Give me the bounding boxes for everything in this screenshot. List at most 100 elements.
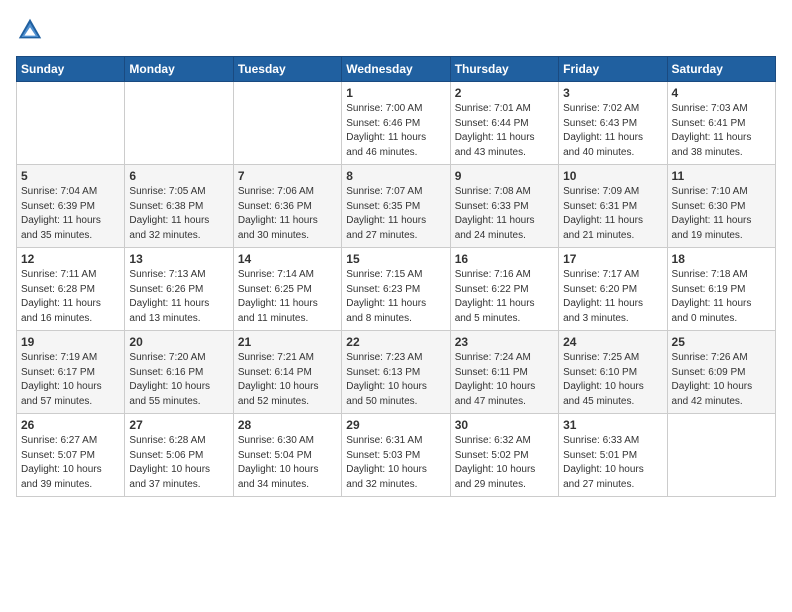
calendar-week-row: 12 Sunrise: 7:11 AM Sunset: 6:28 PM Dayli…	[17, 248, 776, 331]
day-number: 16	[455, 252, 554, 266]
calendar-cell: 29 Sunrise: 6:31 AM Sunset: 5:03 PM Dayli…	[342, 414, 450, 497]
day-info: Sunrise: 7:15 AM Sunset: 6:23 PM Dayligh…	[346, 268, 445, 326]
day-number: 6	[129, 169, 228, 183]
day-info: Sunrise: 7:25 AM Sunset: 6:10 PM Dayligh…	[563, 351, 662, 409]
calendar-cell: 4 Sunrise: 7:03 AM Sunset: 6:41 PM Daylig…	[667, 82, 775, 165]
day-info: Sunrise: 7:19 AM Sunset: 6:17 PM Dayligh…	[21, 351, 120, 409]
day-info: Sunrise: 7:18 AM Sunset: 6:19 PM Dayligh…	[672, 268, 771, 326]
day-info: Sunrise: 6:33 AM Sunset: 5:01 PM Dayligh…	[563, 434, 662, 492]
day-number: 27	[129, 418, 228, 432]
calendar-cell	[667, 414, 775, 497]
day-info: Sunrise: 6:31 AM Sunset: 5:03 PM Dayligh…	[346, 434, 445, 492]
calendar-cell: 5Sunrise: 7:04 AM Sunset: 6:39 PM Daylig…	[17, 165, 125, 248]
calendar-week-row: 5Sunrise: 7:04 AM Sunset: 6:39 PM Daylig…	[17, 165, 776, 248]
day-number: 20	[129, 335, 228, 349]
day-number: 24	[563, 335, 662, 349]
weekday-header: Wednesday	[342, 57, 450, 82]
day-number: 23	[455, 335, 554, 349]
day-number: 10	[563, 169, 662, 183]
calendar-cell: 17 Sunrise: 7:17 AM Sunset: 6:20 PM Dayli…	[559, 248, 667, 331]
day-number: 28	[238, 418, 337, 432]
day-info: Sunrise: 6:28 AM Sunset: 5:06 PM Dayligh…	[129, 434, 228, 492]
day-info: Sunrise: 7:05 AM Sunset: 6:38 PM Dayligh…	[129, 185, 228, 243]
calendar-cell: 6 Sunrise: 7:05 AM Sunset: 6:38 PM Daylig…	[125, 165, 233, 248]
calendar-cell: 15 Sunrise: 7:15 AM Sunset: 6:23 PM Dayli…	[342, 248, 450, 331]
day-info: Sunrise: 7:10 AM Sunset: 6:30 PM Dayligh…	[672, 185, 771, 243]
day-info: Sunrise: 7:02 AM Sunset: 6:43 PM Dayligh…	[563, 102, 662, 160]
day-number: 31	[563, 418, 662, 432]
calendar-cell: 3 Sunrise: 7:02 AM Sunset: 6:43 PM Daylig…	[559, 82, 667, 165]
day-info: Sunrise: 7:24 AM Sunset: 6:11 PM Dayligh…	[455, 351, 554, 409]
calendar-cell: 19 Sunrise: 7:19 AM Sunset: 6:17 PM Dayli…	[17, 331, 125, 414]
day-info: Sunrise: 7:14 AM Sunset: 6:25 PM Dayligh…	[238, 268, 337, 326]
day-number: 30	[455, 418, 554, 432]
day-number: 4	[672, 86, 771, 100]
day-number: 14	[238, 252, 337, 266]
weekday-header: Monday	[125, 57, 233, 82]
day-number: 29	[346, 418, 445, 432]
day-info: Sunrise: 7:03 AM Sunset: 6:41 PM Dayligh…	[672, 102, 771, 160]
day-number: 25	[672, 335, 771, 349]
day-info: Sunrise: 7:26 AM Sunset: 6:09 PM Dayligh…	[672, 351, 771, 409]
calendar-cell: 30Sunrise: 6:32 AM Sunset: 5:02 PM Dayli…	[450, 414, 558, 497]
day-number: 15	[346, 252, 445, 266]
calendar-cell: 11 Sunrise: 7:10 AM Sunset: 6:30 PM Dayli…	[667, 165, 775, 248]
day-info: Sunrise: 7:07 AM Sunset: 6:35 PM Dayligh…	[346, 185, 445, 243]
calendar-cell: 14 Sunrise: 7:14 AM Sunset: 6:25 PM Dayli…	[233, 248, 341, 331]
day-number: 7	[238, 169, 337, 183]
day-info: Sunrise: 7:06 AM Sunset: 6:36 PM Dayligh…	[238, 185, 337, 243]
day-number: 9	[455, 169, 554, 183]
calendar-cell	[125, 82, 233, 165]
day-info: Sunrise: 7:13 AM Sunset: 6:26 PM Dayligh…	[129, 268, 228, 326]
calendar-week-row: 26 Sunrise: 6:27 AM Sunset: 5:07 PM Dayli…	[17, 414, 776, 497]
calendar-header-row: SundayMondayTuesdayWednesdayThursdayFrid…	[17, 57, 776, 82]
calendar-cell: 7 Sunrise: 7:06 AM Sunset: 6:36 PM Daylig…	[233, 165, 341, 248]
calendar-cell: 27 Sunrise: 6:28 AM Sunset: 5:06 PM Dayli…	[125, 414, 233, 497]
calendar-cell: 8 Sunrise: 7:07 AM Sunset: 6:35 PM Daylig…	[342, 165, 450, 248]
calendar-cell: 25 Sunrise: 7:26 AM Sunset: 6:09 PM Dayli…	[667, 331, 775, 414]
day-info: Sunrise: 6:30 AM Sunset: 5:04 PM Dayligh…	[238, 434, 337, 492]
day-info: Sunrise: 7:08 AM Sunset: 6:33 PM Dayligh…	[455, 185, 554, 243]
day-number: 5	[21, 169, 120, 183]
logo-icon	[16, 16, 44, 44]
day-number: 11	[672, 169, 771, 183]
calendar-cell: 13Sunrise: 7:13 AM Sunset: 6:26 PM Dayli…	[125, 248, 233, 331]
calendar-cell: 23 Sunrise: 7:24 AM Sunset: 6:11 PM Dayli…	[450, 331, 558, 414]
calendar-cell: 26 Sunrise: 6:27 AM Sunset: 5:07 PM Dayli…	[17, 414, 125, 497]
page-header	[16, 16, 776, 44]
day-info: Sunrise: 7:11 AM Sunset: 6:28 PM Dayligh…	[21, 268, 120, 326]
weekday-header: Friday	[559, 57, 667, 82]
day-number: 19	[21, 335, 120, 349]
day-number: 8	[346, 169, 445, 183]
day-info: Sunrise: 7:20 AM Sunset: 6:16 PM Dayligh…	[129, 351, 228, 409]
calendar-week-row: 1 Sunrise: 7:00 AM Sunset: 6:46 PM Daylig…	[17, 82, 776, 165]
day-info: Sunrise: 6:27 AM Sunset: 5:07 PM Dayligh…	[21, 434, 120, 492]
day-number: 12	[21, 252, 120, 266]
day-info: Sunrise: 7:09 AM Sunset: 6:31 PM Dayligh…	[563, 185, 662, 243]
day-number: 1	[346, 86, 445, 100]
calendar-cell: 10 Sunrise: 7:09 AM Sunset: 6:31 PM Dayli…	[559, 165, 667, 248]
calendar-cell: 12 Sunrise: 7:11 AM Sunset: 6:28 PM Dayli…	[17, 248, 125, 331]
weekday-header: Thursday	[450, 57, 558, 82]
day-info: Sunrise: 7:16 AM Sunset: 6:22 PM Dayligh…	[455, 268, 554, 326]
calendar-cell	[233, 82, 341, 165]
day-number: 17	[563, 252, 662, 266]
weekday-header: Sunday	[17, 57, 125, 82]
day-number: 26	[21, 418, 120, 432]
weekday-header: Saturday	[667, 57, 775, 82]
day-info: Sunrise: 7:01 AM Sunset: 6:44 PM Dayligh…	[455, 102, 554, 160]
calendar-cell: 21Sunrise: 7:21 AM Sunset: 6:14 PM Dayli…	[233, 331, 341, 414]
day-info: Sunrise: 7:21 AM Sunset: 6:14 PM Dayligh…	[238, 351, 337, 409]
calendar-table: SundayMondayTuesdayWednesdayThursdayFrid…	[16, 56, 776, 497]
calendar-cell: 16 Sunrise: 7:16 AM Sunset: 6:22 PM Dayli…	[450, 248, 558, 331]
calendar-cell: 9 Sunrise: 7:08 AM Sunset: 6:33 PM Daylig…	[450, 165, 558, 248]
logo	[16, 16, 48, 44]
day-number: 22	[346, 335, 445, 349]
day-info: Sunrise: 7:00 AM Sunset: 6:46 PM Dayligh…	[346, 102, 445, 160]
calendar-cell: 31 Sunrise: 6:33 AM Sunset: 5:01 PM Dayli…	[559, 414, 667, 497]
day-info: Sunrise: 7:17 AM Sunset: 6:20 PM Dayligh…	[563, 268, 662, 326]
calendar-cell: 20 Sunrise: 7:20 AM Sunset: 6:16 PM Dayli…	[125, 331, 233, 414]
day-number: 18	[672, 252, 771, 266]
day-info: Sunrise: 7:23 AM Sunset: 6:13 PM Dayligh…	[346, 351, 445, 409]
day-number: 3	[563, 86, 662, 100]
